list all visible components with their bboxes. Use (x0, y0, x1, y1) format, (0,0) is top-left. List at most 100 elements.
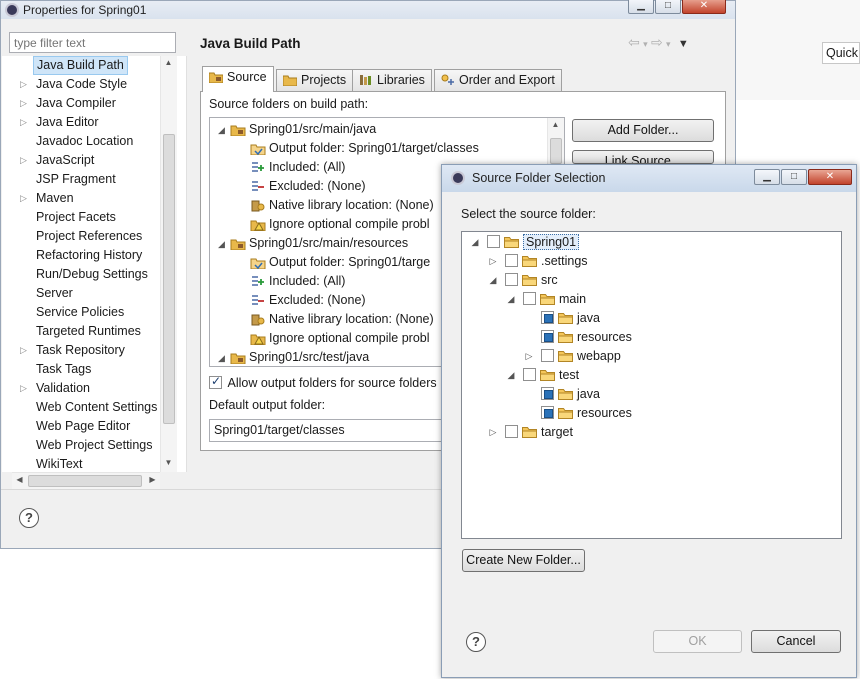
source-tree-label: Included: (All) (269, 160, 346, 174)
link-source-button[interactable]: Link Source... (572, 150, 714, 164)
expand-arrow-icon[interactable]: ▷ (20, 151, 30, 170)
expand-arrow-icon[interactable]: ▷ (488, 423, 498, 442)
source-tree-label: Spring01/src/main/java (249, 122, 377, 136)
nav-item-label: Refactoring History (36, 248, 143, 262)
create-new-folder-button[interactable]: Create New Folder... (462, 549, 585, 572)
collapse-arrow-icon[interactable]: ◢ (470, 233, 480, 252)
help-icon[interactable]: ? (19, 508, 39, 528)
nav-item-label: Maven (36, 191, 74, 205)
default-output-field[interactable]: Spring01/target/classes (209, 419, 449, 442)
folder-checkbox[interactable] (523, 368, 536, 381)
nav-vertical-scrollbar[interactable]: ▲ ▼ (160, 56, 177, 472)
source-folder-row[interactable]: ◢ Spring01/src/test/java (218, 348, 369, 366)
eclipse-icon (451, 171, 465, 185)
forward-dropdown-icon[interactable]: ▾ (666, 39, 671, 49)
source-attribute-row[interactable]: Included: (All) (250, 272, 345, 291)
collapse-arrow-icon[interactable]: ◢ (218, 349, 230, 366)
allow-output-label: Allow output folders for source folders (227, 376, 437, 390)
maximize-button[interactable]: □ (655, 0, 681, 14)
tab-libraries[interactable]: Libraries (352, 69, 432, 91)
native-library-icon (251, 314, 265, 326)
dialog-close-button[interactable]: ✕ (808, 169, 852, 185)
add-folder-button[interactable]: Add Folder... (572, 119, 714, 142)
folder-checkbox[interactable] (541, 387, 554, 400)
source-tree-label: Ignore optional compile probl (269, 331, 430, 345)
expand-arrow-icon[interactable]: ▷ (20, 75, 30, 94)
forward-arrow-icon[interactable]: ⇨ (651, 34, 663, 50)
ignore-warnings-icon (250, 220, 266, 231)
source-attribute-row[interactable]: Ignore optional compile probl (250, 329, 430, 348)
excluded-icon (252, 295, 264, 305)
expand-arrow-icon[interactable]: ▷ (20, 189, 30, 208)
folder-icon (504, 237, 519, 248)
view-menu-icon[interactable]: ▼ (678, 38, 689, 50)
source-attribute-row[interactable]: Native library location: (None) (250, 196, 434, 215)
cancel-button[interactable]: Cancel (751, 630, 841, 653)
included-icon (252, 162, 264, 172)
source-attribute-row[interactable]: Included: (All) (250, 158, 345, 177)
back-arrow-icon[interactable]: ⇦ (628, 34, 640, 50)
folder-checkbox[interactable] (505, 425, 518, 438)
source-attribute-row[interactable]: Ignore optional compile probl (250, 215, 430, 234)
folder-icon (522, 275, 537, 286)
collapse-arrow-icon[interactable]: ◢ (218, 235, 230, 254)
nav-item-label: Project Facets (36, 210, 116, 224)
expand-arrow-icon[interactable]: ▷ (20, 94, 30, 113)
collapse-arrow-icon[interactable]: ◢ (506, 366, 516, 385)
source-attribute-row[interactable]: Output folder: Spring01/target/classes (250, 139, 479, 158)
expand-arrow-icon[interactable]: ▷ (20, 113, 30, 132)
source-folders-label: Source folders on build path: (209, 97, 369, 111)
expand-arrow-icon[interactable]: ▷ (20, 341, 30, 360)
history-nav: ⇦ ▾ ⇨ ▾ ▼ (628, 34, 689, 51)
tab-source-label: Source (227, 70, 267, 84)
tab-projects[interactable]: Projects (276, 69, 354, 91)
ignore-warnings-icon (250, 334, 266, 345)
source-attribute-row[interactable]: Native library location: (None) (250, 310, 434, 329)
filter-input[interactable] (9, 32, 176, 53)
source-attribute-row[interactable]: Output folder: Spring01/targe (250, 253, 430, 272)
allow-output-folders[interactable]: Allow output folders for source folders (209, 374, 437, 390)
nav-item-label: Validation (36, 381, 90, 395)
expand-arrow-icon[interactable]: ▷ (488, 252, 498, 271)
collapse-arrow-icon[interactable]: ◢ (488, 271, 498, 290)
collapse-arrow-icon[interactable]: ◢ (506, 290, 516, 309)
collapse-arrow-icon[interactable]: ◢ (218, 121, 230, 140)
back-dropdown-icon[interactable]: ▾ (643, 39, 648, 49)
minimize-button[interactable]: ▁ (628, 0, 654, 14)
expand-arrow-icon[interactable]: ▷ (20, 379, 30, 398)
folder-checkbox[interactable] (541, 311, 554, 324)
nav-item-label: Task Repository (36, 343, 125, 357)
dialog-minimize-button[interactable]: ▁ (754, 169, 780, 185)
folder-checkbox[interactable] (541, 406, 554, 419)
source-folder-row[interactable]: ◢ Spring01/src/main/resources (218, 234, 408, 253)
dialog-maximize-button[interactable]: □ (781, 169, 807, 185)
package-folder-icon (230, 125, 246, 136)
quick-access-input[interactable]: Quick (822, 42, 860, 64)
folder-checkbox[interactable] (523, 292, 536, 305)
folder-checkbox[interactable] (487, 235, 500, 248)
allow-output-checkbox[interactable] (209, 374, 222, 389)
folder-label: webapp (577, 349, 621, 363)
source-tree-label: Spring01/src/main/resources (249, 236, 409, 250)
source-attribute-row[interactable]: Excluded: (None) (250, 291, 366, 310)
folder-label: resources (577, 330, 632, 344)
folder-icon (522, 427, 537, 438)
folder-checkbox[interactable] (505, 273, 518, 286)
tab-order-export[interactable]: Order and Export (434, 69, 562, 91)
folder-checkbox[interactable] (541, 349, 554, 362)
expand-arrow-icon[interactable]: ▷ (524, 347, 534, 366)
tab-source[interactable]: Source (202, 66, 274, 92)
dialog-help-icon[interactable]: ? (466, 632, 486, 652)
source-folder-row[interactable]: ◢ Spring01/src/main/java (218, 120, 376, 139)
nav-horizontal-scrollbar[interactable]: ◀ ▶ (12, 472, 160, 489)
folder-tree[interactable]: ◢ Spring01 ▷ .settings ◢ src ◢ main java resource… (461, 231, 842, 539)
source-attribute-row[interactable]: Excluded: (None) (250, 177, 366, 196)
properties-title: Properties for Spring01 (23, 3, 147, 17)
folder-checkbox[interactable] (505, 254, 518, 267)
source-tree-label: Excluded: (None) (269, 293, 366, 307)
close-button[interactable]: ✕ (682, 0, 726, 14)
folder-checkbox[interactable] (541, 330, 554, 343)
ok-button[interactable]: OK (653, 630, 742, 653)
tab-libraries-label: Libraries (377, 73, 425, 87)
source-tree-label: Excluded: (None) (269, 179, 366, 193)
